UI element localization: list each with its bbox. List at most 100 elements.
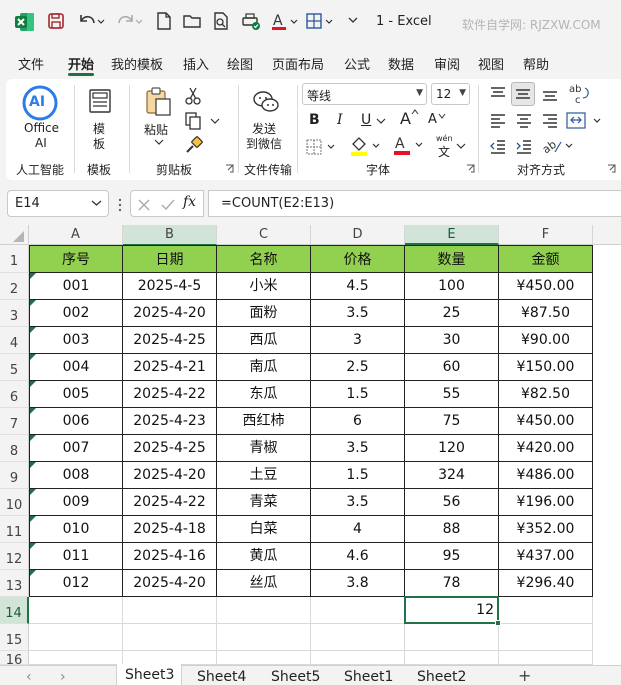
- decrease-font-button[interactable]: A: [428, 112, 437, 127]
- empty-cell[interactable]: [405, 624, 499, 651]
- cell-id[interactable]: 007: [29, 435, 123, 462]
- cell-name[interactable]: 青菜: [217, 489, 311, 516]
- row-header-9[interactable]: 9: [0, 462, 29, 489]
- cell-id[interactable]: 001: [29, 273, 123, 300]
- row-header-1[interactable]: 1: [0, 245, 29, 273]
- column-header-d[interactable]: D: [311, 225, 405, 245]
- row-header-8[interactable]: 8: [0, 435, 29, 462]
- cell-amount[interactable]: ¥420.00: [499, 435, 593, 462]
- menu-page-layout[interactable]: 页面布局: [272, 54, 324, 73]
- underline-button[interactable]: U: [361, 112, 371, 128]
- cell-price[interactable]: 6: [311, 408, 405, 435]
- cell-amount[interactable]: ¥437.00: [499, 543, 593, 570]
- tab-sheet1[interactable]: Sheet1: [344, 666, 393, 685]
- row-header-10[interactable]: 10: [0, 489, 29, 516]
- template-icon[interactable]: [87, 88, 113, 114]
- font-size-select[interactable]: 12 ▼: [431, 83, 470, 105]
- cell-amount[interactable]: ¥486.00: [499, 462, 593, 489]
- cell-price[interactable]: 1.5: [311, 462, 405, 489]
- empty-cell[interactable]: [405, 651, 499, 665]
- row-header-4[interactable]: 4: [0, 327, 29, 354]
- cell-name[interactable]: 小米: [217, 273, 311, 300]
- font-launcher-icon[interactable]: [466, 164, 475, 173]
- cell-price[interactable]: 3.5: [311, 489, 405, 516]
- cell-date[interactable]: 2025-4-20: [123, 570, 217, 597]
- phonetic-button[interactable]: 文: [438, 143, 450, 160]
- column-header-f[interactable]: F: [499, 225, 593, 245]
- menu-help[interactable]: 帮助: [523, 54, 549, 73]
- fill-color-icon[interactable]: [349, 135, 385, 157]
- empty-cell[interactable]: [311, 597, 405, 624]
- alignment-launcher-icon[interactable]: [607, 164, 616, 173]
- cell-qty[interactable]: 75: [405, 408, 499, 435]
- underline-dropdown-icon[interactable]: [376, 117, 386, 125]
- cell-name[interactable]: 丝瓜: [217, 570, 311, 597]
- cancel-icon[interactable]: [137, 198, 151, 212]
- header-cell-date[interactable]: 日期: [123, 245, 217, 273]
- cell-name[interactable]: 白菜: [217, 516, 311, 543]
- cell-name[interactable]: 东瓜: [217, 381, 311, 408]
- name-box[interactable]: E14: [7, 190, 109, 217]
- empty-cell[interactable]: [499, 597, 593, 624]
- customize-toolbar-icon[interactable]: [347, 14, 369, 36]
- cell-price[interactable]: 3.5: [311, 435, 405, 462]
- align-middle-button[interactable]: [511, 82, 535, 106]
- align-bottom-icon[interactable]: [541, 85, 559, 103]
- cell-id[interactable]: 004: [29, 354, 123, 381]
- align-right-icon[interactable]: [541, 112, 559, 130]
- cell-date[interactable]: 2025-4-22: [123, 489, 217, 516]
- cell-amount[interactable]: ¥450.00: [499, 408, 593, 435]
- fill-handle[interactable]: [495, 620, 501, 626]
- cell-price[interactable]: 3.5: [311, 300, 405, 327]
- orientation-icon[interactable]: ab: [541, 136, 577, 156]
- quick-print-icon[interactable]: [240, 11, 262, 33]
- cell-amount[interactable]: ¥82.50: [499, 381, 593, 408]
- header-cell-name[interactable]: 名称: [217, 245, 311, 273]
- borders-icon[interactable]: [306, 139, 340, 155]
- cell-price[interactable]: 1.5: [311, 381, 405, 408]
- cell-amount[interactable]: ¥150.00: [499, 354, 593, 381]
- increase-font-button[interactable]: A: [400, 109, 411, 128]
- cell-id[interactable]: 010: [29, 516, 123, 543]
- cell-price[interactable]: 4: [311, 516, 405, 543]
- row-header-5[interactable]: 5: [0, 354, 29, 381]
- bold-button[interactable]: B: [309, 112, 320, 128]
- header-cell-id[interactable]: 序号: [29, 245, 123, 273]
- cell-price[interactable]: 4.5: [311, 273, 405, 300]
- paste-dropdown-icon[interactable]: [154, 138, 164, 146]
- cell-amount[interactable]: ¥90.00: [499, 327, 593, 354]
- clipboard-launcher-icon[interactable]: [225, 164, 234, 173]
- menu-file[interactable]: 文件: [18, 54, 44, 73]
- row-header-7[interactable]: 7: [0, 408, 29, 435]
- office-ai-button[interactable]: AI: [22, 85, 58, 121]
- cell-date[interactable]: 2025-4-25: [123, 435, 217, 462]
- row-header-3[interactable]: 3: [0, 300, 29, 327]
- save-icon[interactable]: [46, 11, 68, 33]
- cell-qty[interactable]: 56: [405, 489, 499, 516]
- cell-amount[interactable]: ¥352.00: [499, 516, 593, 543]
- copy-icon[interactable]: [185, 112, 221, 130]
- align-left-icon[interactable]: [489, 112, 507, 130]
- cell-qty[interactable]: 95: [405, 543, 499, 570]
- column-header-b[interactable]: B: [123, 225, 217, 245]
- cell-id[interactable]: 008: [29, 462, 123, 489]
- cell-amount[interactable]: ¥296.40: [499, 570, 593, 597]
- select-all-corner[interactable]: [0, 225, 29, 245]
- tab-next-button[interactable]: ›: [60, 669, 66, 685]
- empty-cell[interactable]: [311, 624, 405, 651]
- empty-cell[interactable]: [217, 651, 311, 665]
- cell-qty[interactable]: 55: [405, 381, 499, 408]
- font-color-icon[interactable]: A: [392, 134, 428, 156]
- italic-button[interactable]: I: [337, 112, 343, 128]
- format-painter-icon[interactable]: [185, 136, 203, 154]
- cell-id[interactable]: 003: [29, 327, 123, 354]
- cell-name[interactable]: 面粉: [217, 300, 311, 327]
- empty-cell[interactable]: [29, 597, 123, 624]
- phonetic-dropdown-icon[interactable]: [456, 142, 466, 150]
- new-file-icon[interactable]: [154, 11, 176, 33]
- cell-id[interactable]: 006: [29, 408, 123, 435]
- cell-date[interactable]: 2025-4-5: [123, 273, 217, 300]
- cell-id[interactable]: 002: [29, 300, 123, 327]
- menu-insert[interactable]: 插入: [183, 54, 209, 73]
- row-header-14[interactable]: 14: [0, 597, 29, 624]
